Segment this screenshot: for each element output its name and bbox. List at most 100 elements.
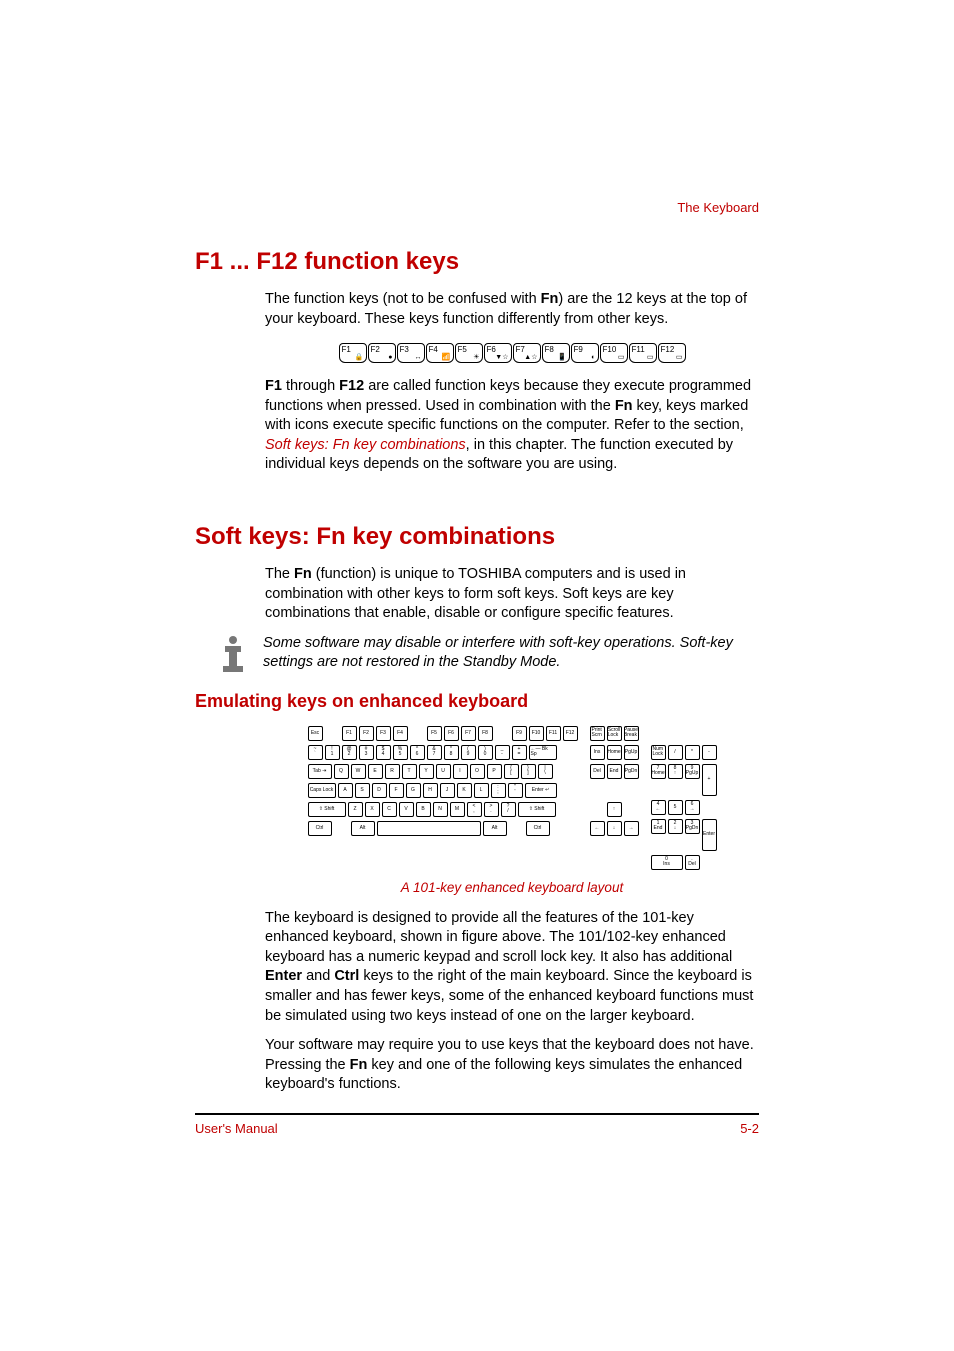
keyboard-key: ⇧ Shift [518, 802, 556, 817]
keyboard-key: ~` [308, 745, 323, 760]
keyboard-key: PgUp [624, 745, 639, 760]
keyboard-key: $4 [376, 745, 391, 760]
keyboard-key: %5 [393, 745, 408, 760]
keyboard-key: Caps Lock [308, 783, 336, 798]
function-key-f12: F12▭ [658, 343, 686, 363]
keyboard-key: F5 [427, 726, 442, 741]
f12-bold: F12 [339, 378, 364, 394]
note-block: Some software may disable or interfere w… [195, 634, 759, 673]
function-key-f2: F2● [368, 343, 396, 363]
keyboard-key: + [702, 764, 717, 796]
keyboard-key: Print Scrn [590, 726, 605, 741]
keyboard-key: F9 [512, 726, 527, 741]
keyboard-key: F2 [359, 726, 374, 741]
keyboard-key: #3 [359, 745, 374, 760]
keyboard-key: P [487, 764, 502, 779]
footer-right: 5-2 [740, 1121, 759, 1136]
keyboard-key: "' [508, 783, 523, 798]
keyboard-key [377, 821, 481, 836]
keyboard-key: F10 [529, 726, 544, 741]
keyboard-key: Enter ↵ [525, 783, 557, 798]
keyboard-key: U [436, 764, 451, 779]
function-key-f11: F11▭ [629, 343, 657, 363]
keyboard-key: * [685, 745, 700, 760]
footer-left: User's Manual [195, 1121, 278, 1136]
keyboard-key: K [457, 783, 472, 798]
keyboard-key: F [389, 783, 404, 798]
keyboard-key: &7 [427, 745, 442, 760]
keyboard-key: B [416, 802, 431, 817]
keyboard-key: Esc [308, 726, 323, 741]
keyboard-key: → [624, 821, 639, 836]
keyboard-key: F7 [461, 726, 476, 741]
section-2-para-3: Your software may require you to use key… [265, 1036, 759, 1095]
keyboard-key: W [351, 764, 366, 779]
keyboard-key: F6 [444, 726, 459, 741]
f1-bold: F1 [265, 378, 282, 394]
keyboard-key: F1 [342, 726, 357, 741]
function-key-f1: F1🔒 [339, 343, 367, 363]
keyboard-key: ↑ [607, 802, 622, 817]
section-1-title: F1 ... F12 function keys [195, 248, 759, 276]
keyboard-key: ^6 [410, 745, 425, 760]
keyboard-key: D [372, 783, 387, 798]
keyboard-key: Home [607, 745, 622, 760]
keyboard-key: Q [334, 764, 349, 779]
keyboard-key: _- [495, 745, 510, 760]
text: through [282, 378, 339, 394]
function-key-f8: F8📱 [542, 343, 570, 363]
function-key-f6: F6▼☆ [484, 343, 512, 363]
soft-keys-link[interactable]: Soft keys: Fn key combinations [265, 437, 466, 453]
keyboard-key: ↓ [607, 821, 622, 836]
enter-bold: Enter [265, 968, 302, 984]
keyboard-key: <, [467, 802, 482, 817]
keyboard-key: Scroll Lock [607, 726, 622, 741]
keyboard-key: Z [348, 802, 363, 817]
section-2-para-1: The Fn (function) is unique to TOSHIBA c… [265, 565, 759, 624]
keyboard-key: Ins [590, 745, 605, 760]
page-footer: User's Manual 5-2 [195, 1113, 759, 1136]
keyboard-key: Num Lock [651, 745, 666, 760]
keyboard-key: ←— Bk Sp [529, 745, 557, 760]
keyboard-key: 6→ [685, 800, 700, 815]
text: (function) is unique to TOSHIBA computer… [265, 566, 686, 621]
note-text: Some software may disable or interfere w… [263, 634, 759, 673]
function-key-f4: F4📶 [426, 343, 454, 363]
function-key-f3: F3↔ [397, 343, 425, 363]
keyboard-key: 8↑ [668, 764, 683, 779]
keyboard-key: 1End [651, 819, 666, 834]
text: The [265, 566, 294, 582]
keyboard-key: 0Ins [651, 855, 683, 870]
keyboard-key: ← [590, 821, 605, 836]
keyboard-key: Enter [702, 819, 717, 851]
ctrl-bold: Ctrl [334, 968, 359, 984]
function-key-f7: F7▲☆ [513, 343, 541, 363]
keyboard-key: 3PgDn [685, 819, 700, 834]
section-2-para-2: The keyboard is designed to provide all … [265, 909, 759, 1026]
function-key-f9: F9◐ [571, 343, 599, 363]
keyboard-key: ?/ [501, 802, 516, 817]
keyboard-key: F3 [376, 726, 391, 741]
section-2-subheading: Emulating keys on enhanced keyboard [195, 691, 759, 712]
keyboard-key: Y [419, 764, 434, 779]
section-1-para-2: F1 through F12 are called function keys … [265, 377, 759, 475]
keyboard-key: |\ [538, 764, 553, 779]
keyboard-key: F8 [478, 726, 493, 741]
keyboard-key: S [355, 783, 370, 798]
function-key-f10: F10▭ [600, 343, 628, 363]
keyboard-key: L [474, 783, 489, 798]
keyboard-key: .Del [685, 855, 700, 870]
text: and [302, 968, 334, 984]
keyboard-key: :; [491, 783, 506, 798]
keyboard-key: J [440, 783, 455, 798]
keyboard-key: / [668, 745, 683, 760]
keyboard-key: - [702, 745, 717, 760]
keyboard-key: (9 [461, 745, 476, 760]
keyboard-key: *8 [444, 745, 459, 760]
keyboard-key: 9PgUp [685, 764, 700, 779]
keyboard-key: O [470, 764, 485, 779]
function-key-row-figure: F1🔒F2●F3↔F4📶F5☀F6▼☆F7▲☆F8📱F9◐F10▭F11▭F12… [265, 343, 759, 363]
text: The keyboard is designed to provide all … [265, 910, 732, 965]
keyboard-key: += [512, 745, 527, 760]
keyboard-key: I [453, 764, 468, 779]
